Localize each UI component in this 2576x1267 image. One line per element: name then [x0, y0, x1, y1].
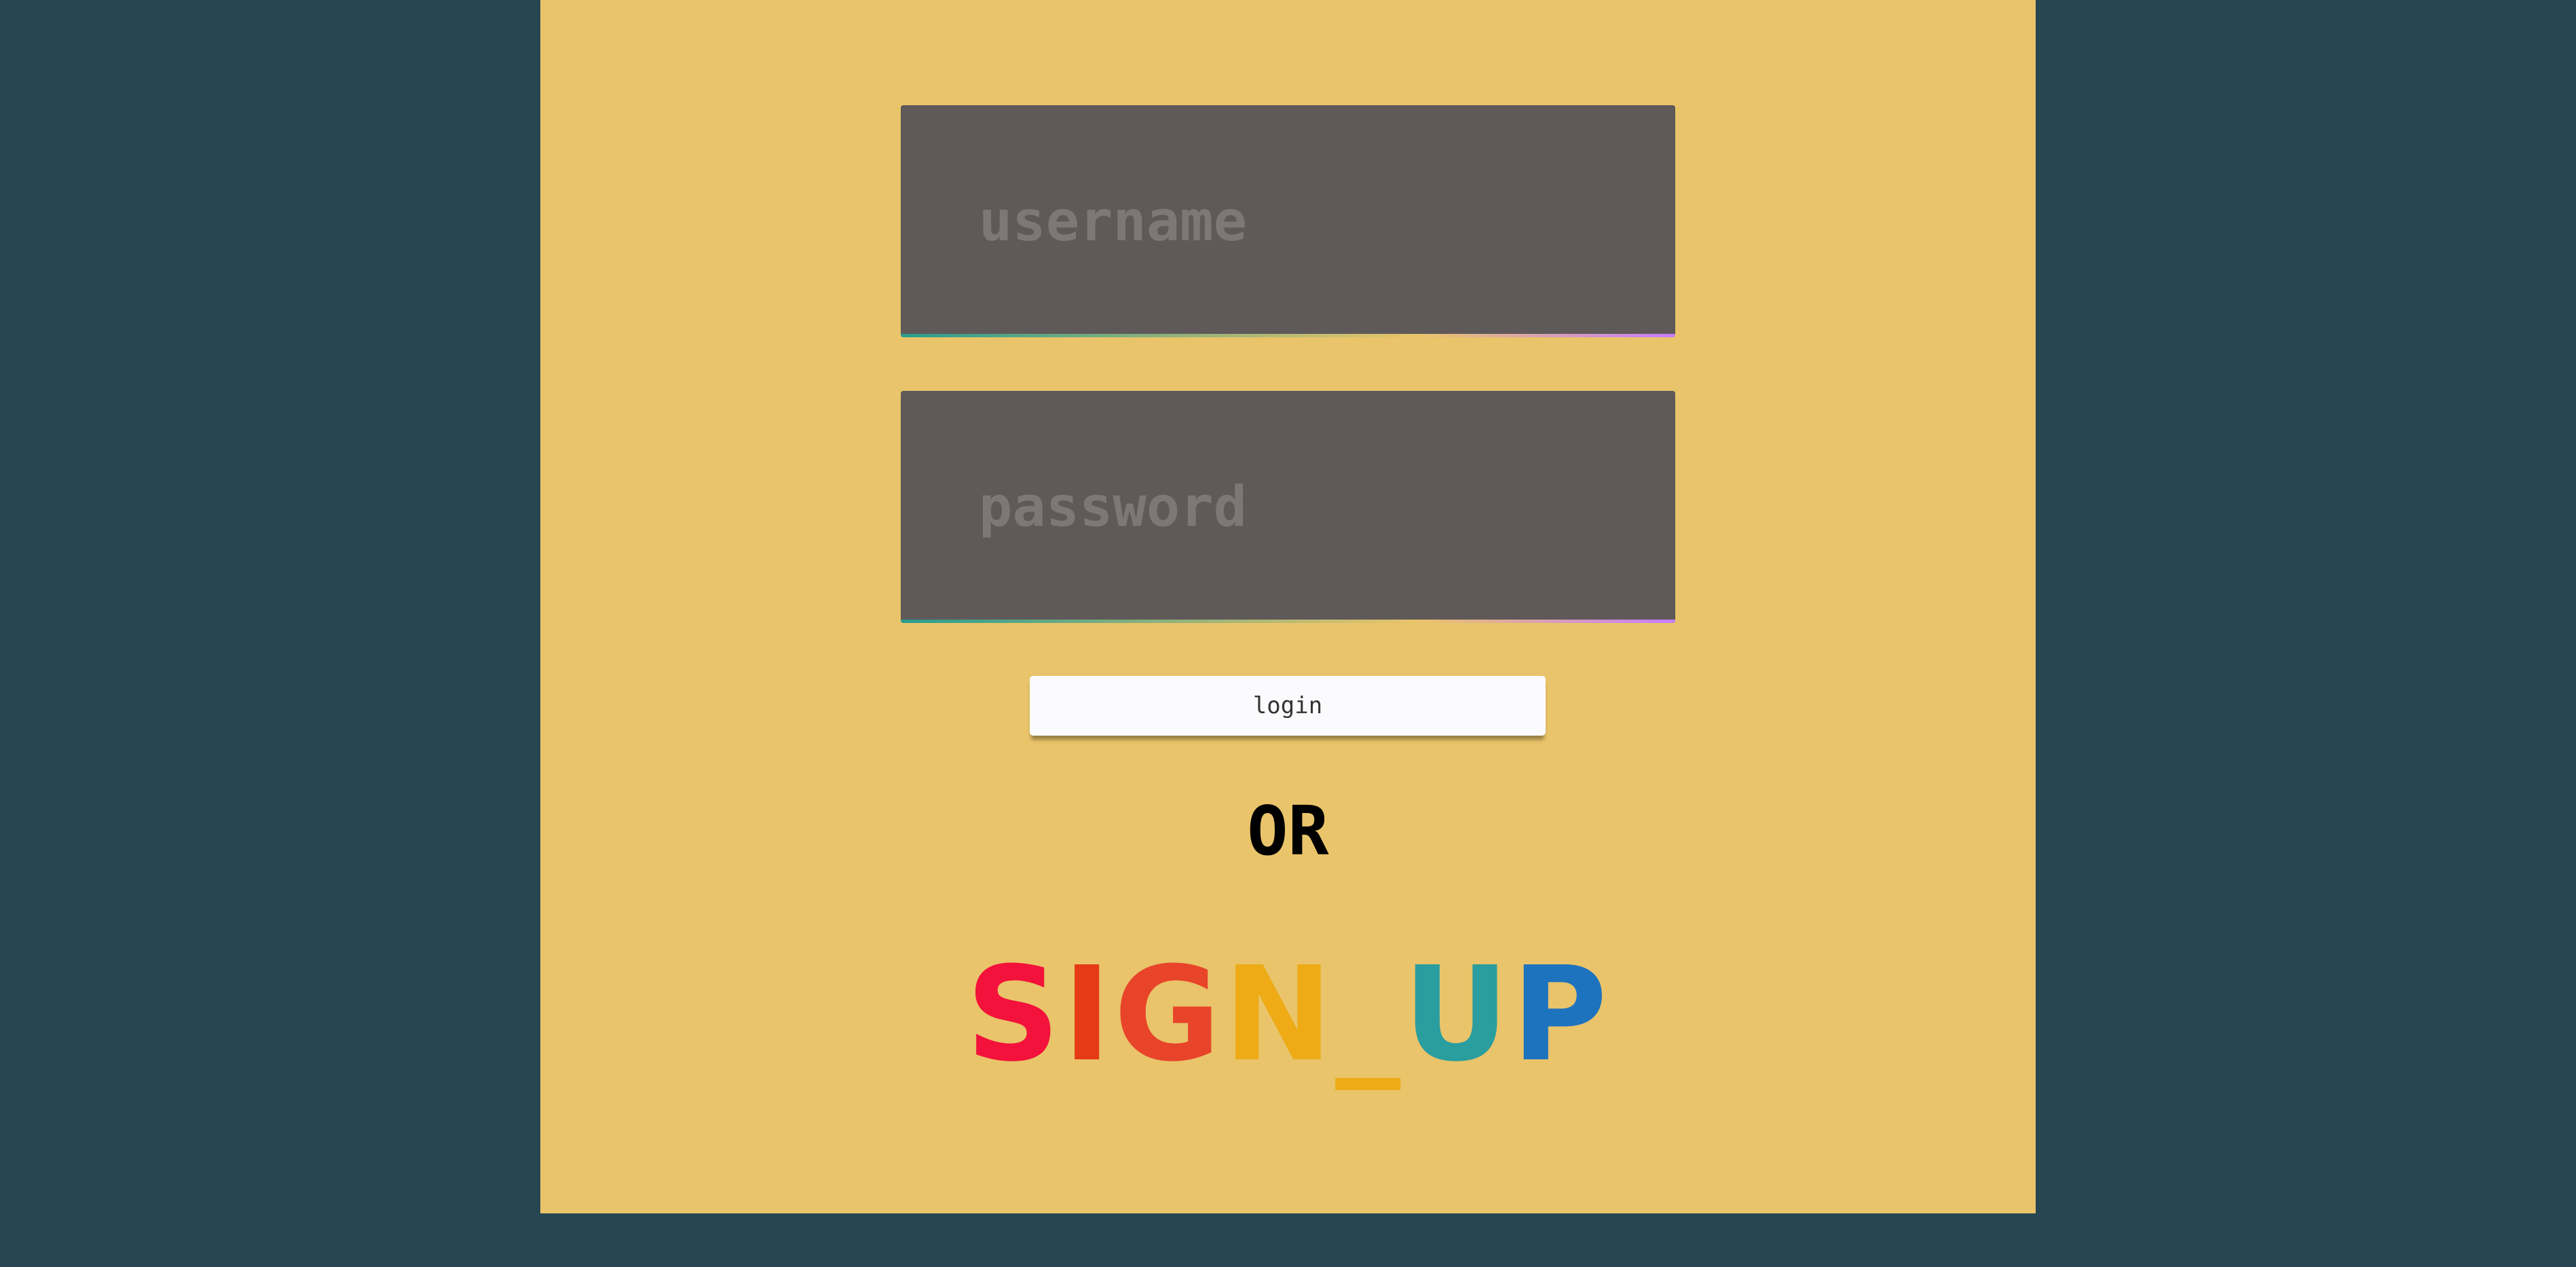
username-field-container [901, 105, 1675, 337]
sign-up-letter: G [1113, 939, 1224, 1091]
password-field-container [901, 391, 1675, 623]
sign-up-letter: _ [1335, 939, 1404, 1091]
sign-up-link[interactable]: SIGN_UP [540, 950, 2036, 1080]
sign-up-letter: S [966, 939, 1063, 1091]
username-input[interactable] [901, 105, 1675, 337]
sign-up-letter: P [1512, 939, 1610, 1091]
login-panel: login OR SIGN_UP [540, 0, 2036, 1213]
sign-up-letter: N [1223, 939, 1336, 1091]
password-input[interactable] [901, 391, 1675, 623]
login-button[interactable]: login [1030, 676, 1546, 736]
or-separator: OR [1247, 791, 1329, 871]
sign-up-letter: I [1062, 939, 1114, 1091]
sign-up-letter: U [1403, 939, 1512, 1091]
